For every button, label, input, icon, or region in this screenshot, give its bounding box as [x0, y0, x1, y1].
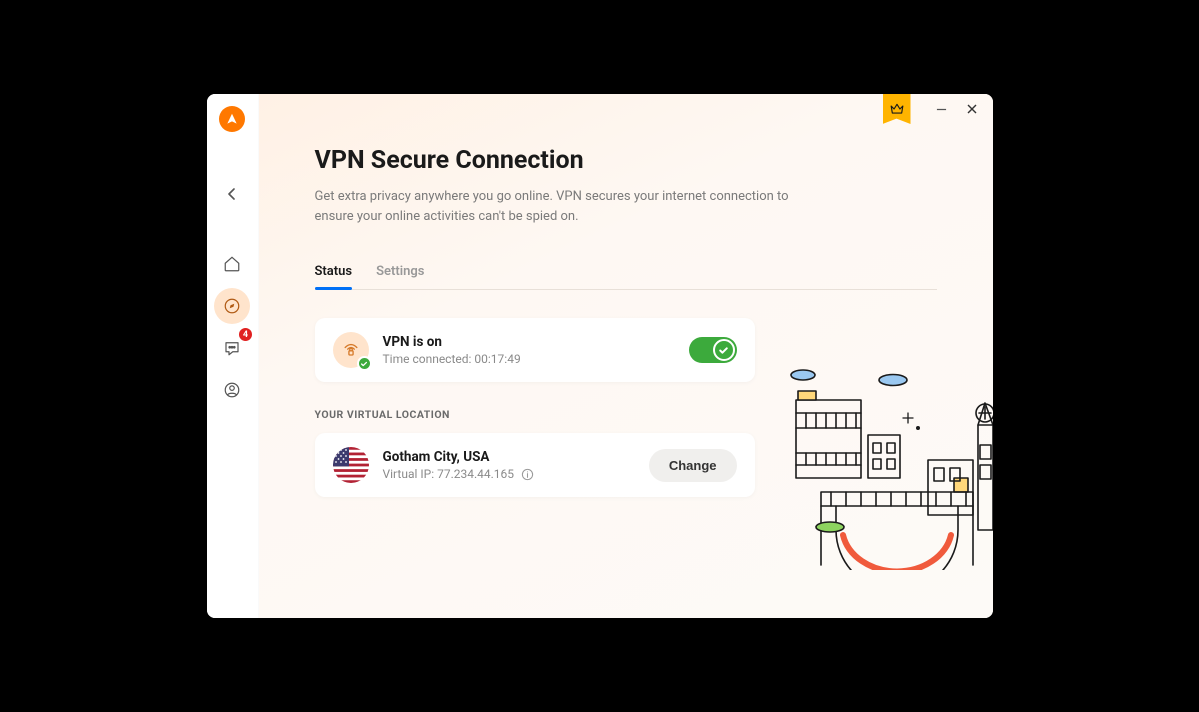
- tab-settings[interactable]: Settings: [376, 256, 424, 289]
- vpn-time-connected: Time connected: 00:17:49: [383, 352, 689, 366]
- back-button[interactable]: [216, 178, 248, 210]
- app-logo-icon: [219, 106, 245, 132]
- location-ip: Virtual IP: 77.234.44.165: [383, 467, 649, 481]
- change-location-button[interactable]: Change: [649, 449, 737, 482]
- sidebar-item-account[interactable]: [214, 372, 250, 408]
- sidebar: 4: [207, 94, 259, 618]
- vpn-lock-icon: [333, 332, 369, 368]
- location-section-label: YOUR VIRTUAL LOCATION: [315, 408, 937, 421]
- page-title: VPN Secure Connection: [315, 146, 937, 175]
- close-button[interactable]: [957, 94, 987, 124]
- sidebar-item-explore[interactable]: [214, 288, 250, 324]
- sidebar-item-messages[interactable]: 4: [214, 330, 250, 366]
- sidebar-item-home[interactable]: [214, 246, 250, 282]
- main-content: VPN Secure Connection Get extra privacy …: [259, 94, 993, 618]
- vpn-status-title: VPN is on: [383, 334, 689, 350]
- flag-usa-icon: [333, 447, 369, 483]
- tabs: Status Settings: [315, 256, 937, 290]
- tab-status[interactable]: Status: [315, 256, 353, 289]
- toggle-knob: [713, 339, 735, 361]
- app-window: 4 VPN Secure Connection Get extra privac…: [207, 94, 993, 618]
- info-icon[interactable]: [521, 468, 534, 481]
- location-card: Gotham City, USA Virtual IP: 77.234.44.1…: [315, 433, 755, 497]
- vpn-toggle[interactable]: [689, 337, 737, 363]
- page-subtitle: Get extra privacy anywhere you go online…: [315, 187, 795, 226]
- check-icon: [357, 356, 372, 371]
- city-illustration: [768, 365, 993, 570]
- vpn-status-card: VPN is on Time connected: 00:17:49: [315, 318, 755, 382]
- location-city: Gotham City, USA: [383, 449, 649, 465]
- notification-badge: 4: [238, 327, 253, 342]
- premium-ribbon-icon[interactable]: [883, 94, 911, 124]
- minimize-button[interactable]: [927, 94, 957, 124]
- titlebar: [883, 94, 993, 126]
